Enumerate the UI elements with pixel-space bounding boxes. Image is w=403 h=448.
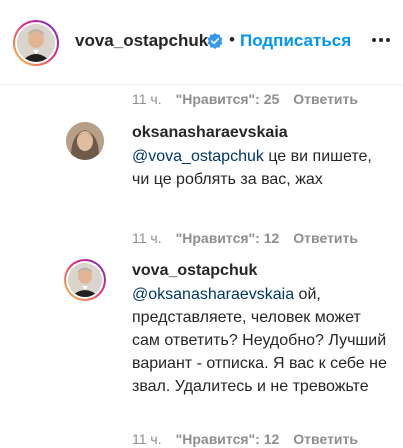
header-avatar[interactable] (13, 20, 59, 66)
more-options-icon[interactable] (370, 32, 392, 48)
reply-button[interactable]: Ответить (293, 230, 358, 246)
comment-meta: 11 ч. "Нравится": 12 Ответить (132, 431, 358, 447)
comment-likes[interactable]: "Нравится": 12 (176, 230, 280, 246)
comment-avatar[interactable] (66, 122, 104, 160)
comment-likes[interactable]: "Нравится": 12 (176, 431, 280, 447)
comment-avatar[interactable] (64, 259, 106, 301)
comment-username[interactable]: oksanasharaevskaia (132, 124, 288, 142)
comment-meta: 11 ч. "Нравится": 12 Ответить (132, 230, 358, 246)
mention-link[interactable]: @oksanasharaevskaia (132, 286, 294, 303)
comment-time[interactable]: 11 ч. (132, 431, 162, 447)
verified-badge-icon (207, 33, 223, 49)
mention-link[interactable]: @vova_ostapchuk (132, 148, 264, 165)
comment-time[interactable]: 11 ч. (132, 91, 162, 107)
comment-body: @oksanasharaevskaia ой, представляете, ч… (132, 283, 387, 398)
comment-likes[interactable]: "Нравится": 25 (176, 91, 280, 107)
separator-dot: • (229, 30, 235, 49)
reply-button[interactable]: Ответить (293, 91, 358, 107)
comment-meta: 11 ч. "Нравится": 25 Ответить (132, 91, 358, 107)
profile-photo-icon (68, 263, 102, 297)
comment-username[interactable]: vova_ostapchuk (132, 262, 257, 280)
comment-body: @vova_ostapchuk це ви пишете, чи це робл… (132, 145, 387, 191)
reply-button[interactable]: Ответить (293, 431, 358, 447)
follow-button[interactable]: Подписаться (240, 31, 351, 51)
profile-photo-icon (17, 24, 55, 62)
profile-photo-icon (66, 122, 104, 160)
post-header: vova_ostapchuk • Подписаться (0, 0, 403, 85)
header-username[interactable]: vova_ostapchuk (75, 31, 208, 51)
comment-time[interactable]: 11 ч. (132, 230, 162, 246)
